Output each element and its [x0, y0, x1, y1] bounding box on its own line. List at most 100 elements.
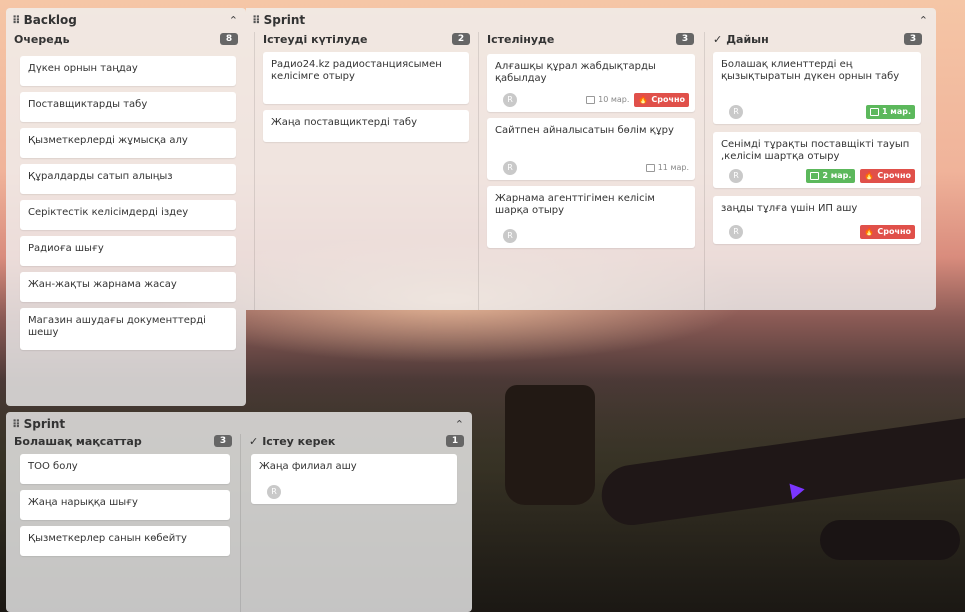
column-todo: ✓ Істеу керек 1 Жаңа филиал ашу R: [240, 434, 472, 612]
column-title: Істеу керек: [262, 434, 336, 448]
card-text: Серіктестік келісімдерді іздеу: [28, 207, 189, 218]
calendar-icon: [645, 164, 655, 172]
column-count-badge: 3: [214, 435, 232, 447]
card-meta: R 10 мар. 🔥 Срочно: [495, 93, 689, 107]
sprint-board: ⠿ Sprint ⌃ Болашақ мақсаттар 3 ТОО болу …: [6, 412, 472, 612]
task-card[interactable]: Қызметкерлерді жұмысқа алу: [20, 128, 236, 158]
column-title: Болашақ мақсаттар: [14, 434, 142, 448]
board-title: Sprint: [263, 13, 306, 27]
task-card[interactable]: Радио24.kz радиостанциясымен келісімге о…: [263, 52, 469, 104]
column-title: Дайын: [726, 32, 769, 46]
task-card[interactable]: Алғашқы құрал жабдықтарды қабылдау R 10 …: [487, 54, 695, 112]
column-count-badge: 3: [904, 33, 922, 45]
card-text: Поставщиктарды табу: [28, 99, 148, 110]
avatar[interactable]: R: [729, 225, 743, 239]
urgent-text: Срочно: [651, 95, 685, 104]
card-text: Дүкен орнын таңдау: [28, 63, 138, 74]
task-card[interactable]: заңды тұлға үшін ИП ашу R 🔥 Срочно: [713, 196, 921, 244]
task-card[interactable]: Жан-жақты жарнама жасау: [20, 272, 236, 302]
check-icon: ✓: [249, 434, 259, 448]
fire-icon: 🔥: [638, 95, 649, 104]
drag-handle-icon[interactable]: ⠿: [12, 14, 21, 27]
due-date-text: 1 мар.: [881, 107, 911, 116]
card-text: Алғашқы құрал жабдықтарды қабылдау: [495, 61, 656, 84]
urgent-badge: 🔥 Срочно: [860, 225, 915, 239]
task-card[interactable]: Серіктестік келісімдерді іздеу: [20, 200, 236, 230]
background-boot: [505, 385, 595, 505]
avatar[interactable]: R: [503, 229, 517, 243]
task-card[interactable]: Жаңа поставщиктерді табу: [263, 110, 469, 142]
card-text: заңды тұлға үшін ИП ашу: [721, 203, 858, 214]
board-title: Sprint: [23, 417, 66, 431]
card-text: Қызметкерлер санын көбейту: [28, 533, 187, 544]
drag-handle-icon[interactable]: ⠿: [12, 418, 21, 431]
chevron-up-icon[interactable]: ⌃: [229, 14, 238, 27]
card-meta: R: [495, 229, 689, 243]
card-text: ТОО болу: [28, 461, 78, 472]
task-card[interactable]: Жаңа филиал ашу R: [251, 454, 457, 504]
column-queue: Очередь 8 Дүкен орнын таңдау Поставщикта…: [6, 32, 246, 402]
card-text: Жарнама агенттігімен келісім шарқа отыру: [495, 193, 655, 216]
due-date: 11 мар.: [645, 162, 689, 174]
calendar-icon: [810, 172, 820, 180]
card-text: Радио24.kz радиостанциясымен келісімге о…: [271, 59, 442, 82]
task-card[interactable]: ТОО болу: [20, 454, 230, 484]
card-meta: R 🔥 Срочно: [721, 225, 915, 239]
avatar[interactable]: R: [503, 93, 517, 107]
task-card[interactable]: Дүкен орнын таңдау: [20, 56, 236, 86]
task-card[interactable]: Жаңа нарыққа шығу: [20, 490, 230, 520]
urgent-text: Срочно: [877, 227, 911, 236]
due-date-text: 11 мар.: [657, 163, 689, 172]
card-text: Магазин ашудағы документтерді шешу: [28, 315, 206, 338]
column-count-badge: 2: [452, 33, 470, 45]
fire-icon: 🔥: [864, 227, 875, 236]
card-meta: R 11 мар.: [495, 161, 689, 175]
due-date-badge: 2 мар.: [806, 169, 856, 183]
chevron-up-icon[interactable]: ⌃: [455, 418, 464, 431]
due-date-badge: 1 мар.: [865, 105, 915, 119]
fire-icon: 🔥: [864, 171, 875, 180]
due-date-text: 10 мар.: [598, 95, 630, 104]
card-text: Жан-жақты жарнама жасау: [28, 279, 177, 290]
task-card[interactable]: Құралдарды сатып алыңыз: [20, 164, 236, 194]
card-text: Сенімді тұрақты поставщікті тауып ,келіс…: [721, 139, 910, 162]
column-title: Істелінуде: [487, 32, 555, 46]
board-title: Backlog: [23, 13, 77, 27]
column-count-badge: 1: [446, 435, 464, 447]
drag-handle-icon[interactable]: ⠿: [252, 14, 261, 27]
task-card[interactable]: Сайтпен айналысатын бөлім құру R 11 мар.: [487, 118, 695, 180]
avatar[interactable]: R: [267, 485, 281, 499]
column-title: Істеуді күтілуде: [263, 32, 368, 46]
avatar[interactable]: R: [729, 105, 743, 119]
urgent-badge: 🔥 Срочно: [860, 169, 915, 183]
backlog-board: ⠿ Backlog ⌃ Очередь 8 Дүкен орнын таңдау…: [6, 8, 246, 406]
card-meta: R 2 мар. 🔥 Срочно: [721, 169, 915, 183]
task-card[interactable]: Магазин ашудағы документтерді шешу: [20, 308, 236, 350]
card-text: Жаңа нарыққа шығу: [28, 497, 138, 508]
due-date-text: 2 мар.: [822, 171, 852, 180]
task-card[interactable]: Қызметкерлер санын көбейту: [20, 526, 230, 556]
task-card[interactable]: Болашақ клиенттерді ең қызықтыратын дүке…: [713, 52, 921, 124]
task-card[interactable]: Жарнама агенттігімен келісім шарқа отыру…: [487, 186, 695, 248]
urgent-text: Срочно: [877, 171, 911, 180]
column-in-progress: Істелінуде 3 Алғашқы құрал жабдықтарды қ…: [478, 32, 702, 310]
column-title: Очередь: [14, 32, 70, 46]
check-icon: ✓: [713, 32, 723, 46]
task-card[interactable]: Радиоға шығу: [20, 236, 236, 266]
column-waiting: Істеуді күтілуде 2 Радио24.kz радиостанц…: [254, 32, 478, 310]
card-text: Жаңа поставщиктерді табу: [271, 117, 418, 128]
card-text: Құралдарды сатып алыңыз: [28, 171, 173, 182]
avatar[interactable]: R: [729, 169, 743, 183]
due-date: 10 мар.: [586, 94, 629, 106]
task-card[interactable]: Поставщиктарды табу: [20, 92, 236, 122]
card-text: Болашақ клиенттерді ең қызықтыратын дүке…: [721, 59, 900, 82]
card-meta: R 1 мар.: [721, 105, 915, 119]
chevron-up-icon[interactable]: ⌃: [919, 14, 928, 27]
card-meta: R: [259, 485, 451, 499]
avatar[interactable]: R: [503, 161, 517, 175]
urgent-badge: 🔥 Срочно: [634, 93, 689, 107]
card-text: Қызметкерлерді жұмысқа алу: [28, 135, 188, 146]
column-done: ✓ Дайын 3 Болашақ клиенттерді ең қызықтыр…: [704, 32, 930, 310]
card-text: Сайтпен айналысатын бөлім құру: [495, 125, 674, 136]
task-card[interactable]: Сенімді тұрақты поставщікті тауып ,келіс…: [713, 132, 921, 188]
